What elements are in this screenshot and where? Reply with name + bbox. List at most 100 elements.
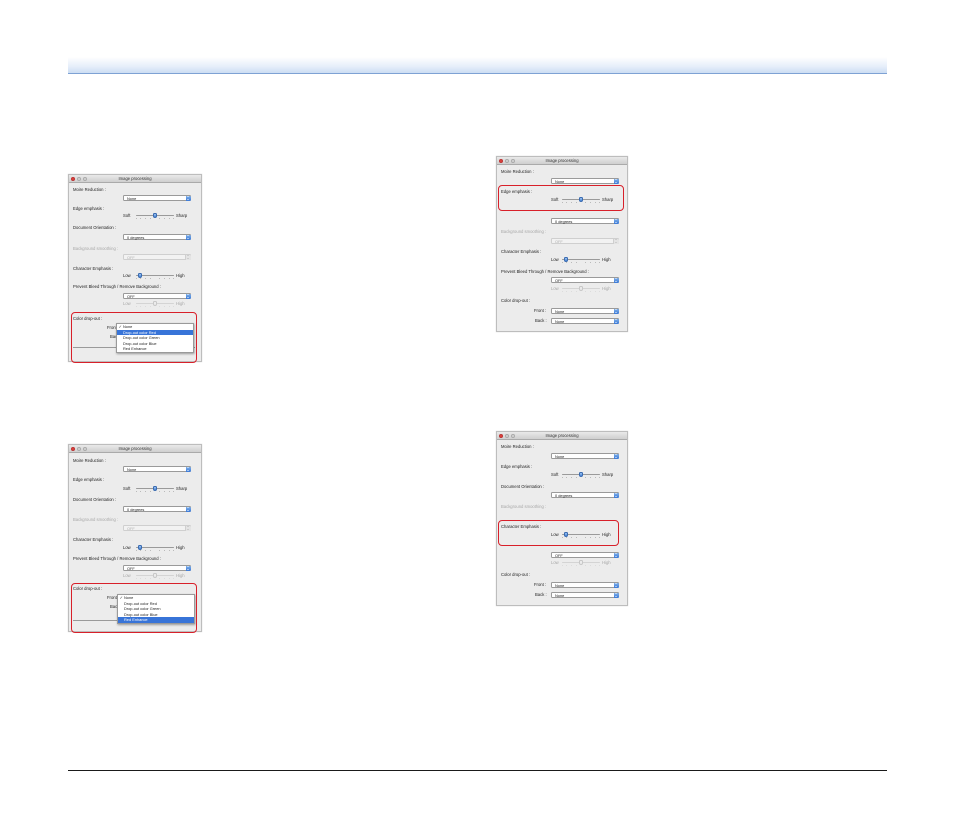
header-band [68, 57, 887, 74]
chevron-updown-icon [613, 318, 619, 324]
low-label-disabled: Low [123, 301, 131, 306]
front-label: Front : [534, 308, 547, 313]
edge-label: Edge emphasis : [73, 206, 105, 211]
window-title: Image processing [118, 446, 152, 451]
chevron-updown-icon [613, 218, 619, 224]
orientation-label: Document Orientation : [501, 484, 545, 489]
orientation-select[interactable]: 0 degrees [123, 234, 191, 240]
title-bar: Image processing [497, 157, 627, 165]
slider-knob [578, 285, 584, 291]
bleed-slider [562, 285, 600, 292]
chevron-updown-icon [185, 195, 191, 201]
screenshot-color-dropout-red-enhance: Image processing Moire Reduction : None … [68, 444, 202, 633]
front-select[interactable]: None [551, 582, 619, 588]
low-label-disabled: Low [551, 286, 559, 291]
low-label: Low [123, 273, 131, 278]
bleed-label: Prevent Bleed Through / Remove Backgroun… [73, 284, 161, 289]
screenshot-color-dropout-red: Image processing Moire Reduction : None … [68, 174, 202, 363]
bg-smoothing-label: Background smoothing : [501, 504, 547, 509]
chevron-updown-icon [185, 293, 191, 299]
highlight-box-edge-emphasis [498, 185, 624, 211]
slider-knob[interactable] [152, 212, 158, 218]
high-label: High [176, 273, 185, 278]
bleed-label: Prevent Bleed Through / Remove Backgroun… [501, 269, 589, 274]
highlight-box-color-dropout [71, 583, 197, 633]
high-label: High [602, 257, 611, 262]
bg-smoothing-select: OFF [123, 254, 191, 260]
bleed-label: Prevent Bleed Through / Remove Backgroun… [73, 556, 161, 561]
sharp-label: Sharp [176, 486, 188, 491]
edge-slider[interactable] [136, 485, 174, 492]
soft-label: Soft [123, 486, 131, 491]
slider-knob[interactable] [137, 544, 143, 550]
bleed-select[interactable]: OFF [123, 565, 191, 571]
orientation-select[interactable]: 0 degrees [123, 506, 191, 512]
char-emphasis-label: Character Emphasis : [73, 266, 114, 271]
slider-knob [152, 572, 158, 578]
soft-label: Soft [123, 213, 131, 218]
char-emphasis-slider[interactable] [562, 256, 600, 263]
slider-knob[interactable] [578, 471, 584, 477]
bleed-select[interactable]: OFF [551, 277, 619, 283]
slider-knob[interactable] [152, 485, 158, 491]
char-emphasis-slider[interactable] [136, 544, 174, 551]
screenshot-edge-emphasis: Image processing Moire Reduction : None … [496, 156, 628, 332]
orientation-select[interactable]: 0 degrees [551, 218, 619, 224]
low-label: Low [551, 257, 559, 262]
slider-knob [152, 300, 158, 306]
sharp-label: Sharp [176, 213, 188, 218]
chevron-updown-icon [613, 277, 619, 283]
back-select[interactable]: None [551, 318, 619, 324]
moire-select[interactable]: None [551, 453, 619, 459]
chevron-updown-icon [612, 238, 619, 244]
edge-slider[interactable] [136, 212, 174, 219]
front-label: Front : [534, 582, 547, 587]
chevron-updown-icon [613, 592, 619, 598]
moire-select[interactable]: None [123, 466, 191, 472]
char-emphasis-label: Character Emphasis : [73, 537, 114, 542]
bleed-select[interactable]: OFF [551, 552, 619, 558]
chevron-updown-icon [613, 178, 619, 184]
moire-select[interactable]: None [551, 178, 619, 184]
footer-rule [68, 770, 887, 771]
header-rule [68, 73, 887, 74]
color-dropout-label: Color drop-out : [501, 298, 531, 303]
moire-label: Moire Reduction : [73, 458, 106, 463]
high-label-disabled: High [602, 286, 611, 291]
title-bar: Image processing [69, 445, 201, 453]
slider-knob [578, 559, 584, 565]
color-dropout-label: Color drop-out : [501, 572, 531, 577]
soft-label: Soft [551, 472, 559, 477]
orientation-label: Document Orientation : [73, 497, 117, 502]
bleed-select[interactable]: OFF [123, 293, 191, 299]
chevron-updown-icon [185, 466, 191, 472]
bg-smoothing-label: Background smoothing : [73, 246, 119, 251]
bg-smoothing-label: Background smoothing : [73, 517, 119, 522]
orientation-select[interactable]: 0 degrees [551, 492, 619, 498]
moire-label: Moire Reduction : [501, 444, 534, 449]
high-label-disabled: High [176, 573, 185, 578]
moire-select[interactable]: None [123, 195, 191, 201]
sharp-label: Sharp [602, 472, 614, 477]
slider-knob[interactable] [563, 256, 569, 262]
edge-slider[interactable] [562, 471, 600, 478]
chevron-updown-icon [184, 525, 191, 531]
title-bar: Image processing [497, 432, 627, 440]
char-emphasis-slider[interactable] [136, 272, 174, 279]
chevron-updown-icon [613, 453, 619, 459]
edge-label: Edge emphasis : [73, 477, 105, 482]
edge-label: Edge emphasis : [501, 464, 533, 469]
chevron-updown-icon [613, 552, 619, 558]
front-select[interactable]: None [551, 308, 619, 314]
moire-label: Moire Reduction : [73, 187, 106, 192]
slider-knob[interactable] [137, 272, 143, 278]
bleed-slider [136, 572, 174, 579]
bleed-slider [562, 559, 600, 566]
moire-label: Moire Reduction : [501, 169, 534, 174]
title-bar: Image processing [69, 175, 201, 183]
back-select[interactable]: None [551, 592, 619, 598]
orientation-label: Document Orientation : [73, 225, 117, 230]
low-label-disabled: Low [551, 560, 559, 565]
chevron-updown-icon [613, 492, 619, 498]
high-label-disabled: High [602, 560, 611, 565]
